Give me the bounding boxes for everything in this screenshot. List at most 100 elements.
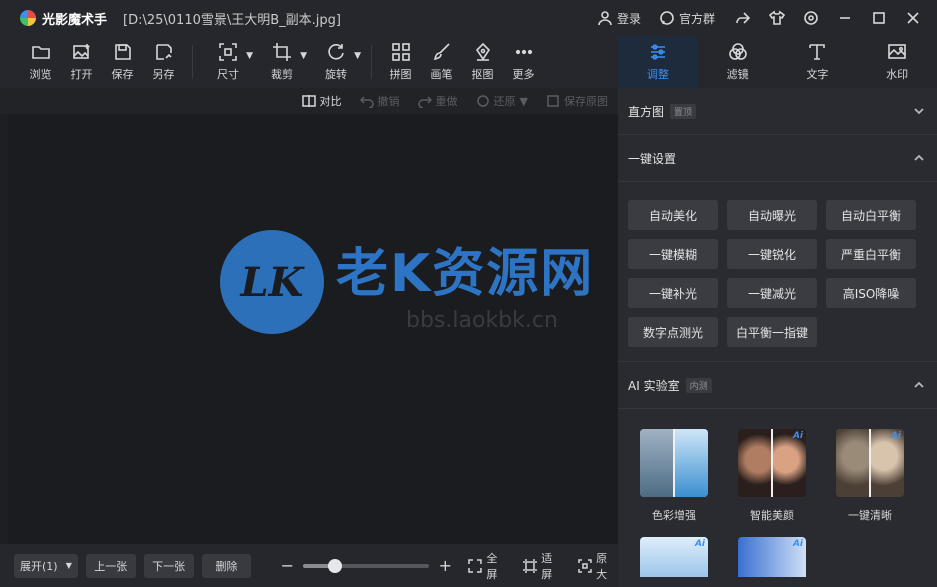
high-iso-denoise-button[interactable]: 高ISO降噪	[826, 278, 916, 308]
undo-label: 撤销	[377, 95, 400, 108]
auto-white-balance-button[interactable]: 自动白平衡	[826, 200, 916, 230]
undo-icon	[359, 96, 374, 108]
ai-lab-card[interactable]: Ai	[626, 537, 722, 577]
redo-icon	[417, 96, 432, 108]
next-image-button[interactable]: 下一张	[143, 553, 194, 578]
login-button[interactable]: 登录	[597, 10, 641, 27]
crop-button[interactable]: ▼ 裁剪	[255, 39, 309, 85]
crop-icon	[273, 43, 291, 61]
size-dropdown-icon[interactable]: ▼	[246, 51, 253, 61]
settings-button[interactable]	[801, 8, 821, 28]
size-label: 尺寸	[217, 68, 239, 81]
right-panel: 调整 滤镜 文字 水印 直方图 置顶 一键设置 自动美化 自动曝光 自动白平衡 …	[618, 36, 937, 587]
chevron-up-icon[interactable]	[913, 152, 925, 164]
tab-adjust[interactable]: 调整	[618, 36, 698, 88]
white-balance-picker-button[interactable]: 白平衡一指键	[727, 317, 817, 347]
ai-lab-section-header[interactable]: AI 实验室 内测	[618, 362, 937, 408]
beta-tag: 内测	[685, 377, 712, 393]
one-click-clarity-card[interactable]: Ai 一键清晰	[822, 429, 918, 523]
tab-text[interactable]: 文字	[778, 36, 858, 88]
close-button[interactable]	[903, 8, 923, 28]
reduce-light-button[interactable]: 一键减光	[727, 278, 817, 308]
zoom-out-button[interactable]: −	[279, 556, 295, 575]
expand-dropdown[interactable]: 展开(1) ▼	[14, 553, 78, 578]
auto-enhance-button[interactable]: 自动美化	[628, 200, 718, 230]
smart-beauty-card[interactable]: Ai 智能美颜	[724, 429, 820, 523]
browse-button[interactable]: 浏览	[20, 39, 61, 85]
maximize-button[interactable]	[869, 8, 889, 28]
ai-badge: Ai	[890, 431, 901, 441]
histogram-section-header[interactable]: 直方图 置顶	[618, 88, 937, 134]
brush-label: 画笔	[430, 68, 453, 81]
rotate-dropdown-icon[interactable]: ▼	[354, 51, 361, 61]
crop-dropdown-icon[interactable]: ▼	[300, 51, 307, 61]
one-click-sharpen-button[interactable]: 一键锐化	[727, 239, 817, 269]
one-click-blur-button[interactable]: 一键模糊	[628, 239, 718, 269]
color-enhance-card[interactable]: 色彩增强	[626, 429, 722, 523]
file-path: [D:\25\0110雪景\王大明B_副本.jpg]	[123, 12, 341, 28]
zoom-in-button[interactable]: +	[437, 556, 453, 575]
tab-watermark[interactable]: 水印	[857, 36, 937, 88]
image-canvas[interactable]	[8, 114, 618, 544]
one-click-buttons: 自动美化 自动曝光 自动白平衡 一键模糊 一键锐化 严重白平衡 一键补光 一键减…	[618, 182, 937, 361]
ai-badge: Ai	[792, 431, 803, 441]
chevron-up-icon[interactable]	[913, 379, 925, 391]
fill-light-button[interactable]: 一键补光	[628, 278, 718, 308]
open-button[interactable]: 打开	[61, 39, 102, 85]
delete-button[interactable]: 删除	[201, 553, 252, 578]
tshirt-icon	[769, 10, 785, 25]
zoom-slider-knob[interactable]	[327, 558, 342, 573]
redo-button[interactable]: 重做	[417, 93, 458, 109]
official-group-button[interactable]: 官方群	[659, 10, 715, 27]
fullscreen-label: 全屏	[486, 551, 498, 581]
minimize-button[interactable]	[835, 8, 855, 28]
save-button[interactable]: 保存	[102, 39, 143, 85]
history-button[interactable]: 保存原图	[546, 93, 608, 109]
collage-label: 拼图	[389, 68, 412, 81]
smart-beauty-thumbnail: Ai	[738, 429, 806, 497]
ai-badge: Ai	[792, 539, 803, 549]
app-name: 光影魔术手	[42, 12, 108, 28]
compare-icon	[301, 95, 316, 107]
zoom-control: − +	[279, 556, 453, 575]
zoom-slider[interactable]	[303, 558, 430, 573]
fit-screen-label: 适屏	[541, 551, 553, 581]
restore-dropdown-icon[interactable]: ▼	[520, 95, 528, 108]
undo-button[interactable]: 撤销	[359, 93, 400, 109]
strong-white-balance-button[interactable]: 严重白平衡	[826, 239, 916, 269]
official-group-label: 官方群	[678, 11, 715, 26]
history-label: 保存原图	[564, 95, 608, 108]
spot-metering-button[interactable]: 数字点测光	[628, 317, 718, 347]
chat-icon	[660, 11, 674, 25]
brush-button[interactable]: 画笔	[421, 39, 462, 85]
more-button[interactable]: 更多	[503, 39, 544, 85]
collage-button[interactable]: 拼图	[380, 39, 421, 85]
rotate-label: 旋转	[325, 68, 347, 81]
cutout-button[interactable]: 抠图	[462, 39, 503, 85]
expand-label: 展开(1)	[20, 559, 58, 573]
auto-exposure-button[interactable]: 自动曝光	[727, 200, 817, 230]
skin-button[interactable]	[767, 8, 787, 28]
toolbar-divider	[192, 45, 193, 79]
previous-image-button[interactable]: 上一张	[85, 553, 136, 578]
pin-top-tag[interactable]: 置顶	[670, 103, 697, 119]
compare-label: 对比	[319, 95, 342, 108]
ai-lab-thumbnail: Ai	[738, 537, 806, 577]
filter-icon	[728, 43, 747, 60]
ai-lab-card[interactable]: Ai	[724, 537, 820, 577]
size-button[interactable]: ▼ 尺寸	[201, 39, 255, 85]
fit-screen-button[interactable]: 适屏	[522, 550, 563, 582]
rotate-icon	[328, 44, 344, 60]
share-button[interactable]	[733, 8, 753, 28]
one-click-section-header[interactable]: 一键设置	[618, 135, 937, 181]
fullscreen-icon	[468, 558, 483, 573]
chevron-down-icon[interactable]	[913, 105, 925, 117]
restore-button[interactable]: 还原 ▼	[476, 93, 528, 109]
rotate-button[interactable]: ▼ 旋转	[309, 39, 363, 85]
original-size-button[interactable]: 原大	[577, 550, 618, 582]
fullscreen-button[interactable]: 全屏	[467, 550, 508, 582]
tab-filter[interactable]: 滤镜	[698, 36, 778, 88]
more-label: 更多	[512, 68, 535, 81]
save-as-button[interactable]: 另存	[143, 39, 184, 85]
compare-button[interactable]: 对比	[301, 93, 342, 109]
